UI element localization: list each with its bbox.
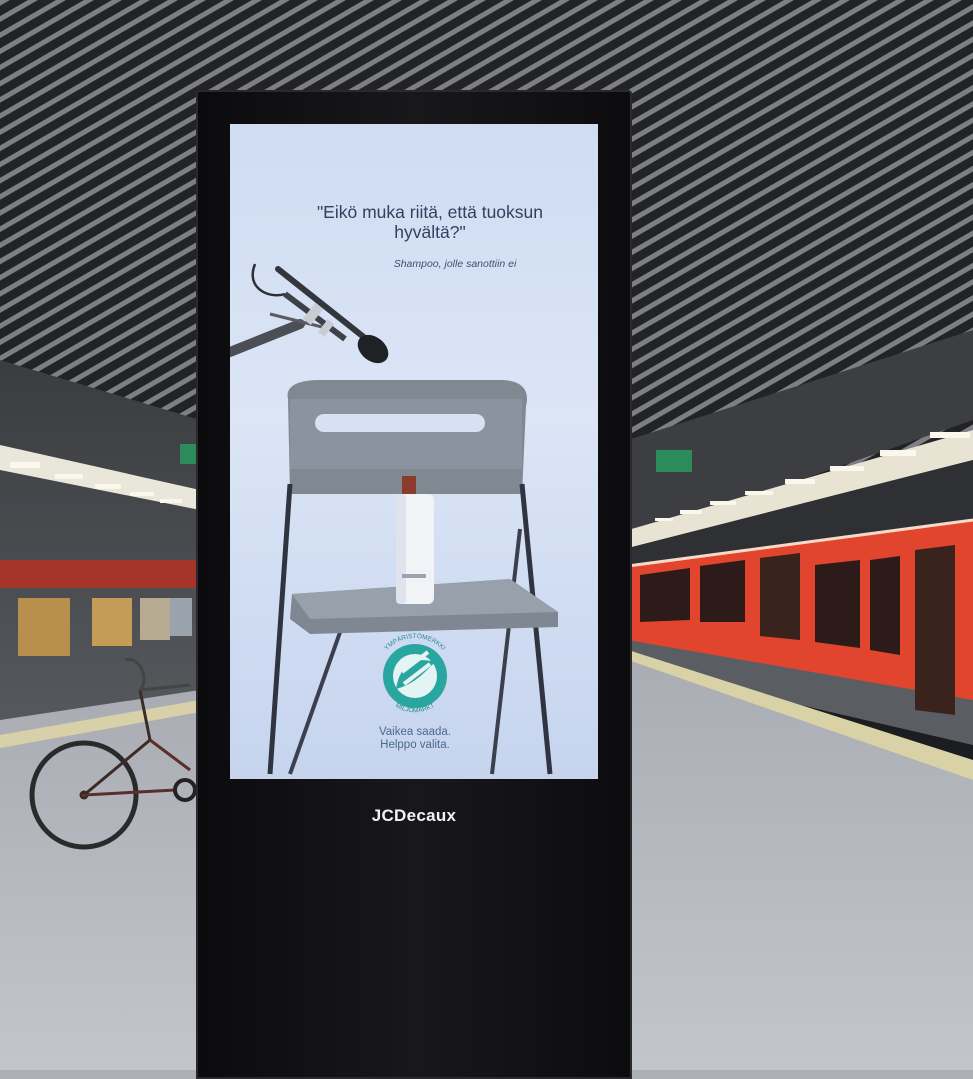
- ecolabel-swan: [383, 644, 447, 708]
- photo-scene: "Eikö muka riitä, että tuoksun hyvältä?"…: [0, 0, 973, 1079]
- ad-attribution: Shampoo, jolle sanottiin ei: [393, 258, 517, 270]
- ad-quote: "Eikö muka riitä, että tuoksun hyvältä?": [316, 202, 544, 242]
- tagline-line-2: Helppo valita.: [380, 739, 450, 751]
- ad-screen: "Eikö muka riitä, että tuoksun hyvältä?"…: [230, 124, 598, 779]
- kiosk-brand-logo: JCDecaux: [371, 806, 457, 825]
- left-platform-wall: [0, 360, 200, 720]
- ad-tagline: Vaikea saada. Helppo valita.: [345, 726, 485, 752]
- microphone-boom: [230, 263, 389, 364]
- shampoo-bottle: [396, 476, 434, 604]
- exit-sign-right: [656, 450, 692, 472]
- tagline-line-1: Vaikea saada.: [378, 726, 452, 738]
- advertising-kiosk: "Eikö muka riitä, että tuoksun hyvältä?"…: [196, 90, 632, 1079]
